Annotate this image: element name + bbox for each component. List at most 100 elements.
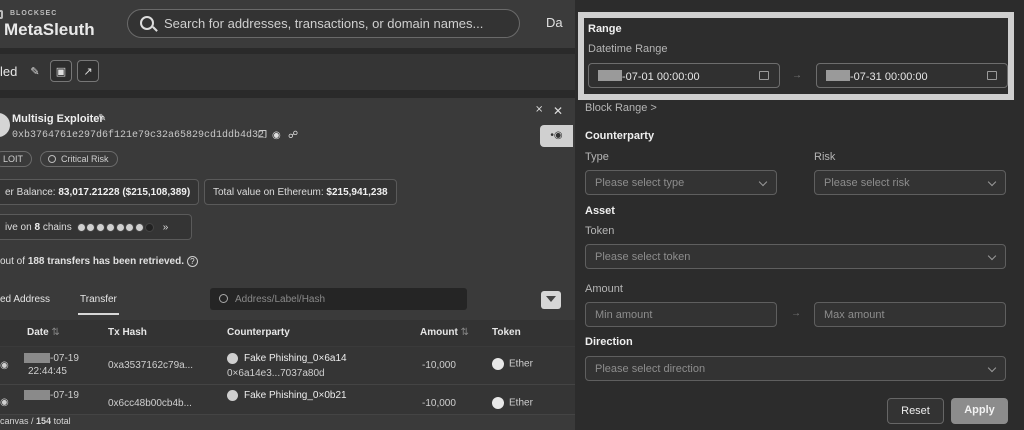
close-icon[interactable]: ✕ bbox=[553, 104, 563, 118]
global-search[interactable] bbox=[127, 9, 520, 38]
amount-label: Amount bbox=[585, 283, 623, 295]
row-tx-hash[interactable]: 0xa3537162c79a... bbox=[108, 360, 193, 371]
metasleuth-logo[interactable]: BLOCKSEC MetaSleuth bbox=[0, 8, 110, 40]
entity-name: Multisig Exploiter bbox=[12, 113, 104, 125]
direction-select[interactable]: Please select direction bbox=[585, 356, 1006, 381]
range-section-highlight: Range Datetime Range -07-01 00:00:00 → -… bbox=[578, 12, 1014, 100]
redaction bbox=[598, 70, 622, 81]
ethereum-icon bbox=[227, 353, 238, 364]
global-search-input[interactable] bbox=[164, 10, 504, 37]
search-icon bbox=[140, 16, 154, 30]
side-toggle-button[interactable]: •◉ bbox=[540, 125, 573, 147]
row-date: -07-19 bbox=[24, 390, 79, 401]
max-amount-placeholder: Max amount bbox=[824, 309, 885, 321]
end-datetime-value: -07-31 00:00:00 bbox=[850, 71, 928, 83]
tab-related-address[interactable]: ed Address bbox=[0, 294, 50, 305]
expand-chains-icon[interactable]: » bbox=[163, 222, 169, 233]
total-value: $215,941,238 bbox=[326, 187, 388, 198]
row-time: 22:44:45 bbox=[28, 366, 67, 377]
chevron-down-icon bbox=[758, 177, 768, 187]
filter-drawer: Range Datetime Range -07-01 00:00:00 → -… bbox=[575, 0, 1024, 430]
canvas-footer: canvas / 154 total bbox=[0, 416, 71, 426]
col-amount[interactable]: Amount ⇅ bbox=[420, 327, 469, 338]
risk-icon bbox=[48, 155, 56, 163]
total-value-chip: Total value on Ethereum: $215,941,238 bbox=[204, 179, 397, 205]
row-tx-hash[interactable]: 0x6cc48b00cb4b... bbox=[108, 398, 192, 409]
chain-icon bbox=[105, 222, 115, 232]
logo-small-text: BLOCKSEC bbox=[10, 10, 58, 17]
search-icon bbox=[219, 294, 228, 303]
edit-name-icon[interactable]: ✎ bbox=[98, 113, 106, 124]
save-icon[interactable]: ▣ bbox=[50, 60, 72, 82]
sort-icon[interactable]: ⇅ bbox=[461, 327, 469, 338]
chain-icon bbox=[76, 222, 86, 232]
row-counterparty-name[interactable]: Fake Phishing_0×6a14 bbox=[227, 353, 347, 364]
apply-button[interactable]: Apply bbox=[951, 398, 1008, 424]
exploit-tag: LOIT bbox=[0, 151, 33, 167]
retrieved-suffix: transfers has been retrieved. bbox=[47, 256, 185, 268]
col-date[interactable]: Date ⇅ bbox=[27, 327, 60, 338]
calendar-icon bbox=[987, 71, 997, 80]
help-icon[interactable]: ? bbox=[186, 256, 198, 267]
link-icon[interactable]: ☍ bbox=[288, 130, 298, 141]
type-select[interactable]: Please select type bbox=[585, 170, 777, 195]
chain-icon bbox=[115, 222, 125, 232]
row-date-text: -07-19 bbox=[50, 353, 79, 364]
risk-label: Risk bbox=[814, 151, 836, 163]
row-counterparty-label: Fake Phishing_0×6a14 bbox=[244, 353, 347, 365]
transfer-filter-input[interactable] bbox=[235, 288, 455, 310]
chains-count: 8 bbox=[34, 222, 41, 233]
nav-item-partial[interactable]: Da bbox=[546, 15, 563, 30]
logo-big-text: MetaSleuth bbox=[4, 20, 95, 39]
token-select[interactable]: Please select token bbox=[585, 244, 1006, 269]
tab-transfer[interactable]: Transfer bbox=[78, 294, 119, 315]
block-range-link[interactable]: Block Range > bbox=[585, 102, 657, 114]
min-amount-input[interactable]: Min amount bbox=[585, 302, 777, 327]
edit-icon[interactable]: ✎ bbox=[24, 60, 46, 82]
reset-button[interactable]: Reset bbox=[887, 398, 944, 424]
end-datetime-picker[interactable]: -07-31 00:00:00 bbox=[816, 63, 1008, 88]
row-date: -07-19 bbox=[24, 353, 79, 364]
row-date-text: -07-19 bbox=[50, 390, 79, 401]
token-label: Token bbox=[585, 225, 615, 237]
canvas-toolbar: led ✎ ▣ ↗ bbox=[0, 54, 575, 90]
filter-icon[interactable] bbox=[541, 291, 561, 309]
export-icon[interactable]: ↗ bbox=[77, 60, 99, 82]
collapse-icon[interactable]: ⨯ bbox=[535, 104, 543, 115]
avatar bbox=[0, 113, 10, 137]
retrieved-summary: out of 188 transfers has been retrieved.… bbox=[0, 256, 198, 267]
table-row[interactable]: ◉ -07-19 22:44:45 0xa3537162c79a... Fake… bbox=[0, 347, 575, 385]
type-placeholder: Please select type bbox=[595, 177, 685, 189]
max-amount-input[interactable]: Max amount bbox=[814, 302, 1006, 327]
col-token: Token bbox=[492, 327, 521, 338]
counterparty-title: Counterparty bbox=[585, 130, 655, 142]
risk-select[interactable]: Please select risk bbox=[814, 170, 1006, 195]
retrieved-count: 188 bbox=[27, 256, 45, 268]
row-counterparty-name[interactable]: Fake Phishing_0×0b21 bbox=[227, 390, 347, 401]
chains-prefix: ive on bbox=[5, 222, 32, 233]
chain-icon bbox=[135, 222, 145, 232]
redaction bbox=[24, 353, 50, 364]
chevron-down-icon bbox=[987, 363, 997, 373]
transfer-table-header: Date ⇅ Tx Hash Counterparty Amount ⇅ Tok… bbox=[0, 320, 575, 346]
col-date-label: Date bbox=[27, 327, 49, 338]
copy-icon[interactable]: ❐ bbox=[258, 130, 267, 141]
row-token-label: Ether bbox=[509, 397, 533, 409]
chains-suffix: chains bbox=[42, 222, 72, 233]
sort-icon[interactable]: ⇅ bbox=[51, 327, 59, 338]
redaction bbox=[826, 70, 850, 81]
explorer-icon[interactable]: ◉ bbox=[272, 130, 281, 141]
risk-tag: Critical Risk bbox=[40, 151, 118, 167]
range-arrow-icon: → bbox=[792, 70, 802, 81]
canvas-title: led bbox=[0, 64, 18, 79]
calendar-icon bbox=[759, 71, 769, 80]
start-datetime-picker[interactable]: -07-01 00:00:00 bbox=[588, 63, 780, 88]
table-row[interactable]: ◉ -07-19 0x6cc48b00cb4b... Fake Phishing… bbox=[0, 385, 575, 415]
blocksec-logo-icon bbox=[0, 10, 3, 19]
view-icon[interactable]: ◉ bbox=[0, 360, 9, 371]
transfer-filter[interactable] bbox=[210, 288, 467, 310]
chains-chip[interactable]: ive on 8 chains » bbox=[0, 214, 192, 240]
view-icon[interactable]: ◉ bbox=[0, 397, 9, 408]
redaction bbox=[24, 390, 50, 401]
token-placeholder: Please select token bbox=[595, 251, 691, 263]
